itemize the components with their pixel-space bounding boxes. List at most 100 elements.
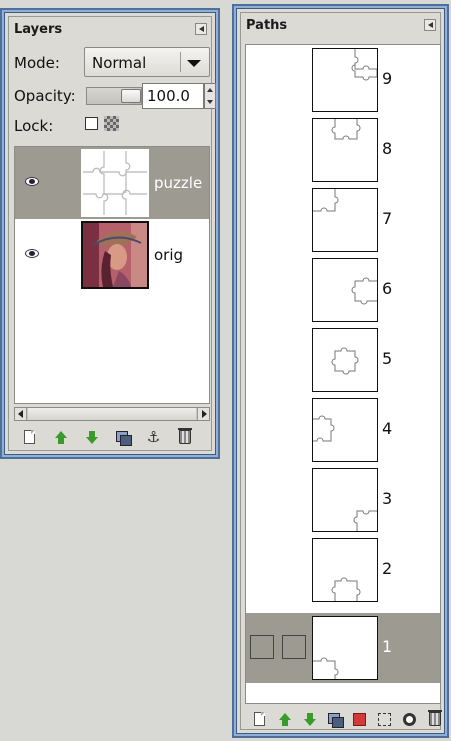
path-thumbnail (312, 118, 378, 182)
mode-row: Mode: Normal (9, 47, 211, 79)
puzzle-piece-icon (351, 277, 377, 305)
path-row-2[interactable]: 2 (246, 535, 440, 605)
paths-dock-title: Paths (246, 18, 288, 33)
lower-layer-button[interactable] (79, 426, 104, 448)
delete-path-button[interactable] (422, 708, 447, 730)
new-document-icon (24, 430, 35, 444)
arrow-down-icon (303, 712, 316, 726)
path-thumbnail (312, 328, 378, 392)
duplicate-layer-button[interactable] (110, 426, 135, 448)
path-visibility-toggle[interactable] (250, 635, 274, 659)
dock-menu-icon[interactable] (195, 23, 207, 35)
puzzle-piece-icon (313, 415, 335, 442)
path-name[interactable]: 6 (382, 279, 392, 298)
lower-path-button[interactable] (297, 708, 322, 730)
layer-name-orig[interactable]: orig (154, 246, 183, 264)
puzzle-grid-icon (83, 151, 147, 215)
opacity-slider-thumb[interactable] (121, 89, 141, 103)
path-name[interactable]: 1 (382, 637, 392, 656)
duplicate-path-button[interactable] (322, 708, 347, 730)
puzzle-piece-icon (331, 577, 361, 601)
lock-alpha-icon[interactable] (104, 116, 119, 131)
eye-icon[interactable] (25, 249, 39, 258)
path-row-7[interactable]: 7 (246, 185, 440, 255)
duplicate-icon (115, 430, 132, 446)
layer-name-puzzle[interactable]: puzzle (154, 174, 202, 192)
raise-path-button[interactable] (272, 708, 297, 730)
lock-pixels-checkbox[interactable] (85, 117, 98, 130)
puzzle-piece-icon (331, 347, 359, 375)
new-document-icon (254, 712, 265, 726)
path-row-4[interactable]: 4 (246, 395, 440, 465)
stroke-path-button[interactable] (397, 708, 422, 730)
path-row-8[interactable]: 8 (246, 115, 440, 185)
path-thumbnail (312, 616, 378, 680)
paths-dock: Paths 9 8 7 6 5 4 3 2 1 (240, 12, 442, 730)
puzzle-piece-icon (313, 657, 339, 679)
layers-dock-title: Layers (14, 22, 63, 37)
selection-to-path-button[interactable] (372, 708, 397, 730)
path-row-9[interactable]: 9 (246, 45, 440, 115)
path-row-5[interactable]: 5 (246, 325, 440, 395)
path-name[interactable]: 3 (382, 489, 392, 508)
spin-down-icon[interactable] (207, 100, 213, 104)
path-thumbnail (312, 538, 378, 602)
opacity-slider[interactable] (86, 87, 142, 105)
opacity-label: Opacity: (14, 87, 76, 105)
layers-horizontal-scrollbar[interactable] (14, 407, 210, 421)
path-thumbnail (312, 398, 378, 462)
layers-list: puzzle orig (14, 146, 210, 404)
puzzle-piece-icon (353, 510, 377, 531)
path-thumbnail (312, 188, 378, 252)
path-name[interactable]: 2 (382, 559, 392, 578)
puzzle-piece-icon (331, 119, 361, 140)
dock-menu-icon[interactable] (424, 19, 436, 31)
path-chain-toggle[interactable] (282, 635, 306, 659)
scroll-right-icon[interactable] (197, 408, 209, 420)
new-path-button[interactable] (247, 708, 272, 730)
paths-button-bar (247, 708, 447, 730)
puzzle-piece-icon (351, 49, 377, 81)
path-thumbnail (312, 48, 378, 112)
path-name[interactable]: 8 (382, 139, 392, 158)
lock-label: Lock: (14, 117, 54, 135)
anchor-layer-button[interactable]: ⚓ (141, 426, 166, 448)
path-row-1[interactable]: 1 (246, 613, 440, 683)
path-to-selection-icon (353, 712, 366, 726)
path-name[interactable]: 9 (382, 69, 392, 88)
photo-thumbnail-image (83, 223, 147, 287)
path-to-selection-button[interactable] (347, 708, 372, 730)
layer-row-puzzle[interactable]: puzzle (15, 147, 209, 219)
scroll-left-icon[interactable] (15, 408, 27, 420)
scrollbar-thumb[interactable] (28, 408, 196, 420)
mode-combo[interactable]: Normal (84, 47, 210, 77)
path-row-6[interactable]: 6 (246, 255, 440, 325)
lock-row: Lock: (9, 115, 211, 137)
paths-list: 9 8 7 6 5 4 3 2 1 (245, 44, 441, 704)
path-name[interactable]: 4 (382, 419, 392, 438)
spin-up-icon[interactable] (207, 88, 213, 92)
stroke-path-icon (403, 712, 416, 726)
mode-label: Mode: (14, 54, 60, 72)
chevron-down-icon (187, 60, 201, 67)
layers-dock-header: Layers (9, 17, 211, 39)
opacity-spin-arrows[interactable] (204, 83, 216, 109)
layers-dock: Layers Mode: Normal Opacity: 100.0 Lock:… (8, 16, 216, 451)
paths-dock-header: Paths (241, 13, 440, 35)
opacity-spinbutton[interactable]: 100.0 (142, 83, 204, 109)
path-name[interactable]: 5 (382, 349, 392, 368)
eye-icon[interactable] (25, 177, 39, 186)
raise-layer-button[interactable] (48, 426, 73, 448)
path-row-3[interactable]: 3 (246, 465, 440, 535)
combo-separator (180, 52, 181, 72)
selection-to-path-icon (378, 712, 391, 726)
layer-row-orig[interactable]: orig (15, 219, 209, 291)
anchor-icon: ⚓ (146, 427, 161, 446)
arrow-up-icon (54, 430, 67, 444)
puzzle-piece-icon (313, 189, 339, 212)
path-name[interactable]: 7 (382, 209, 392, 228)
path-thumbnail (312, 468, 378, 532)
layer-thumbnail-orig (81, 221, 149, 289)
new-layer-button[interactable] (17, 426, 42, 448)
delete-layer-button[interactable] (172, 426, 197, 448)
